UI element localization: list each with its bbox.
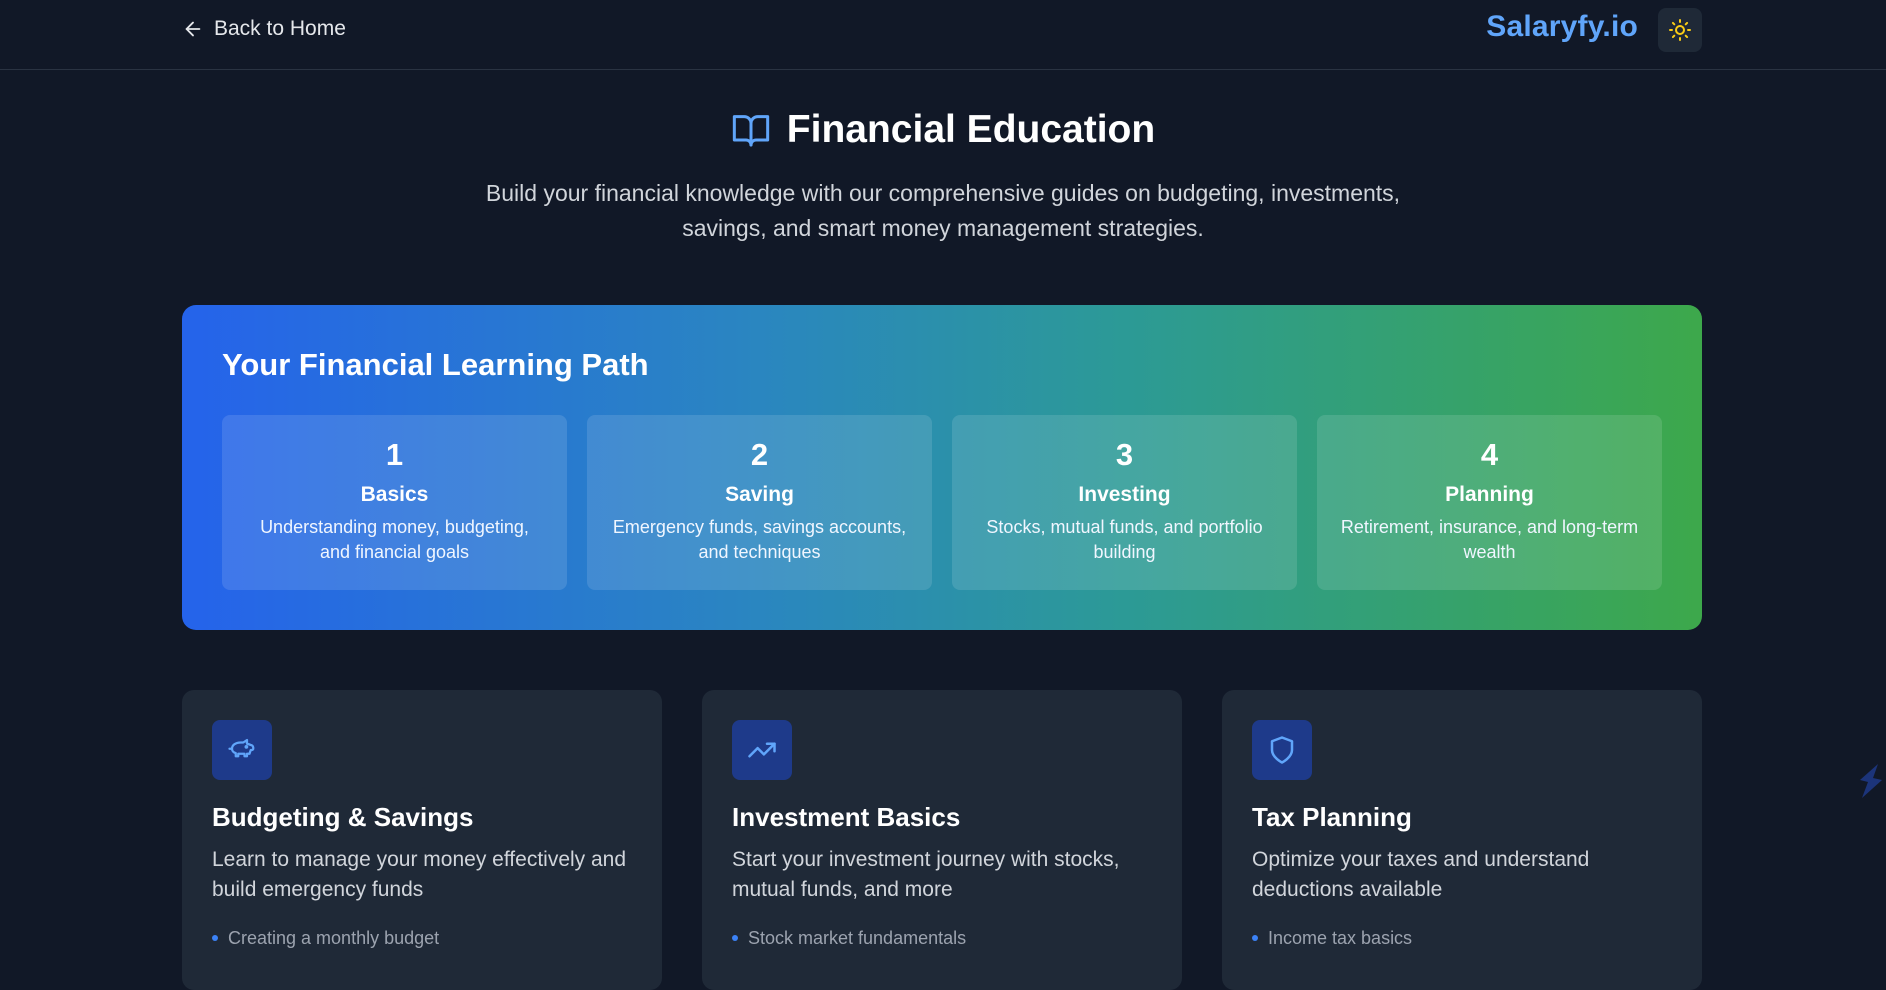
back-to-home-label: Back to Home bbox=[214, 17, 346, 40]
back-to-home-link[interactable]: Back to Home bbox=[182, 14, 346, 44]
brand-logo[interactable]: Salaryfy.io bbox=[1486, 10, 1638, 44]
topic-card-budgeting[interactable]: Budgeting & Savings Learn to manage your… bbox=[182, 690, 662, 990]
learning-step-planning[interactable]: 4 Planning Retirement, insurance, and lo… bbox=[1317, 415, 1662, 590]
bullet-dot bbox=[1252, 935, 1258, 941]
trending-up-icon bbox=[748, 742, 776, 758]
topic-card-investment[interactable]: Investment Basics Start your investment … bbox=[702, 690, 1182, 990]
topic-card-tax[interactable]: Tax Planning Optimize your taxes and und… bbox=[1222, 690, 1702, 990]
step-number: 1 bbox=[385, 437, 404, 472]
piggy-bank-icon bbox=[228, 738, 255, 758]
list-item: Income tax basics bbox=[1252, 926, 1412, 950]
card-icon-box bbox=[212, 720, 272, 780]
card-description: Start your investment journey with stock… bbox=[732, 848, 1120, 901]
floating-widget-icon[interactable] bbox=[1856, 762, 1886, 800]
card-topic-list: Creating a monthly budget bbox=[212, 926, 439, 950]
step-name: Investing bbox=[1078, 483, 1171, 506]
list-item-label: Creating a monthly budget bbox=[228, 928, 440, 948]
step-number: 2 bbox=[750, 437, 769, 472]
book-open-icon bbox=[732, 115, 769, 147]
card-title: Budgeting & Savings bbox=[212, 802, 474, 832]
learning-path-banner: Your Financial Learning Path 1 Basics Un… bbox=[182, 305, 1702, 630]
step-description: Retirement, insurance, and long-term wea… bbox=[1340, 517, 1639, 562]
sun-icon bbox=[1669, 19, 1691, 41]
card-icon-box bbox=[732, 720, 792, 780]
step-number: 3 bbox=[1115, 437, 1134, 472]
step-name: Planning bbox=[1445, 483, 1534, 506]
bullet-dot bbox=[212, 935, 218, 941]
card-description: Optimize your taxes and understand deduc… bbox=[1252, 848, 1590, 901]
card-topic-list: Income tax basics bbox=[1252, 926, 1412, 950]
learning-step-saving[interactable]: 2 Saving Emergency funds, savings accoun… bbox=[587, 415, 932, 590]
card-topic-list: Stock market fundamentals bbox=[732, 926, 966, 950]
step-name: Basics bbox=[360, 483, 429, 506]
step-name: Saving bbox=[725, 483, 794, 506]
card-title: Investment Basics bbox=[732, 802, 961, 832]
page-title: Financial Education bbox=[786, 108, 1156, 151]
theme-toggle-button[interactable] bbox=[1658, 8, 1702, 52]
step-description: Stocks, mutual funds, and portfolio buil… bbox=[986, 517, 1263, 562]
card-title: Tax Planning bbox=[1252, 802, 1412, 832]
step-number: 4 bbox=[1480, 437, 1499, 472]
learning-step-basics[interactable]: 1 Basics Understanding money, budgeting,… bbox=[222, 415, 567, 590]
learning-path-title: Your Financial Learning Path bbox=[222, 347, 649, 382]
top-bar: Back to Home Salaryfy.io bbox=[0, 0, 1886, 70]
step-description: Understanding money, budgeting, and fina… bbox=[260, 517, 529, 562]
list-item-label: Income tax basics bbox=[1268, 928, 1413, 948]
page-subtitle: Build your financial knowledge with our … bbox=[485, 180, 1401, 241]
learning-step-investing[interactable]: 3 Investing Stocks, mutual funds, and po… bbox=[952, 415, 1297, 590]
card-description: Learn to manage your money effectively a… bbox=[212, 848, 627, 901]
list-item: Creating a monthly budget bbox=[212, 926, 439, 950]
bullet-dot bbox=[732, 935, 738, 941]
step-description: Emergency funds, savings accounts, and t… bbox=[612, 517, 907, 562]
card-icon-box bbox=[1252, 720, 1312, 780]
hero-title-row: Financial Education bbox=[0, 108, 1886, 152]
arrow-left-icon bbox=[185, 21, 201, 37]
list-item: Stock market fundamentals bbox=[732, 926, 966, 950]
list-item-label: Stock market fundamentals bbox=[748, 928, 967, 948]
shield-icon bbox=[1270, 736, 1294, 764]
